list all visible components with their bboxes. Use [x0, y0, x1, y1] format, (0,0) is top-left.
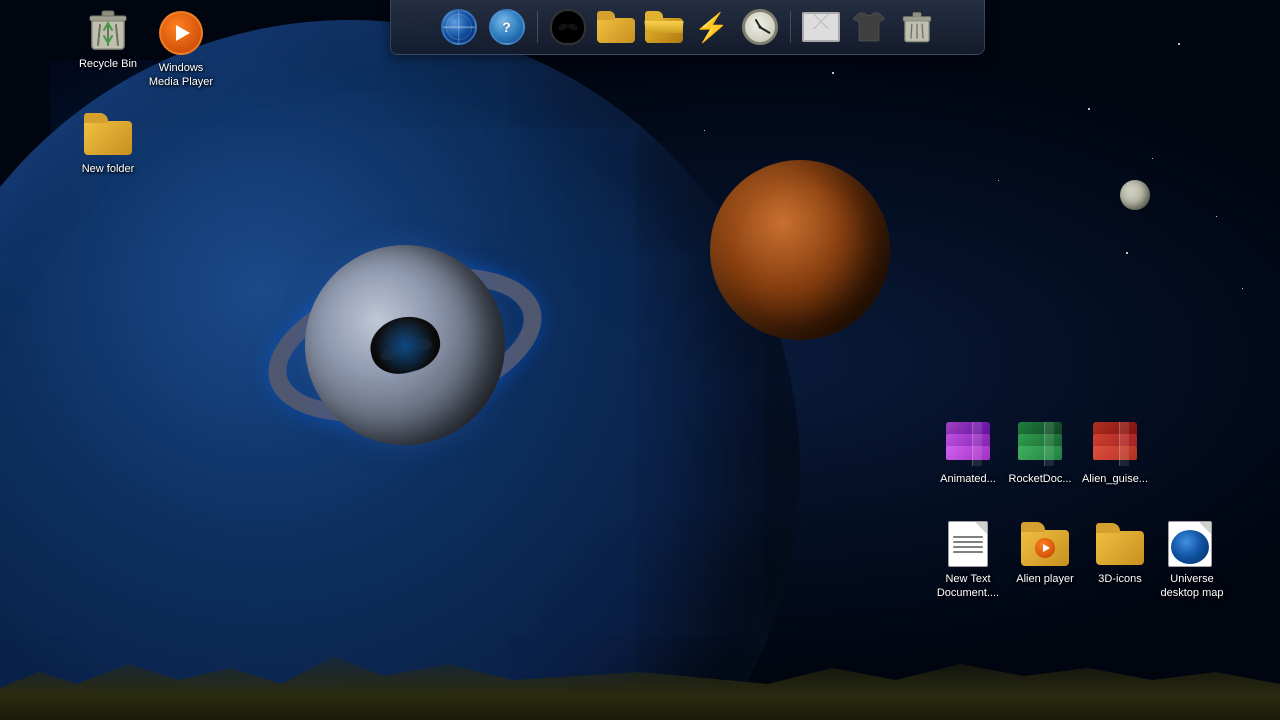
star-icon-img: ⚡ [694, 11, 729, 44]
new-folder-label: New folder [82, 162, 135, 176]
animated-image [944, 420, 992, 468]
rocket-doc-image [1016, 420, 1064, 468]
alien-guise-icon[interactable]: Alien_guise... [1075, 420, 1155, 486]
taskbar-clock[interactable] [739, 6, 781, 48]
new-text-doc-image [944, 520, 992, 568]
taskbar-mail[interactable] [800, 6, 842, 48]
recycle-bin-image [84, 5, 132, 53]
text-doc-lines [953, 536, 983, 556]
taskbar-divider-1 [537, 11, 538, 43]
new-folder-image [84, 110, 132, 158]
recycle-bin-icon[interactable]: Recycle Bin [68, 5, 148, 71]
desktop: Recycle Bin Windows Media Player New fol… [0, 0, 1280, 720]
taskbar-divider-2 [790, 11, 791, 43]
animated-icon[interactable]: Animated... [928, 420, 1008, 486]
3d-icons-image [1096, 520, 1144, 568]
wmp-label: Windows Media Player [143, 61, 219, 90]
windows-media-player-icon[interactable]: Windows Media Player [141, 9, 221, 90]
universe-map-label: Universe desktop map [1154, 572, 1230, 601]
taskbar-alien[interactable] [547, 6, 589, 48]
rocket-doc-label: RocketDoc... [1009, 472, 1072, 486]
3d-icons-label: 3D-icons [1098, 572, 1141, 586]
universe-map-image [1168, 520, 1216, 568]
taskbar-trash[interactable] [896, 6, 938, 48]
alien-player-image [1021, 520, 1069, 568]
alien-guise-label: Alien_guise... [1082, 472, 1148, 486]
universe-map-icon[interactable]: Universe desktop map [1152, 520, 1232, 601]
new-text-doc-icon[interactable]: New Text Document.... [928, 520, 1008, 601]
new-text-doc-label: New Text Document.... [930, 572, 1006, 601]
alien-guise-image [1091, 420, 1139, 468]
alien-player-icon[interactable]: Alien player [1005, 520, 1085, 586]
text-doc-visual [948, 521, 988, 567]
rocket-doc-icon[interactable]: RocketDoc... [1000, 420, 1080, 486]
taskbar-folder-open[interactable] [643, 6, 685, 48]
wmp-icon-circle [159, 11, 203, 55]
clock-icon-img [742, 9, 778, 45]
recycle-bin-label: Recycle Bin [79, 57, 137, 71]
alien-player-label: Alien player [1016, 572, 1073, 586]
wmp-image [157, 9, 205, 57]
3d-icons-icon[interactable]: 3D-icons [1080, 520, 1160, 586]
taskbar-star[interactable]: ⚡ [691, 6, 733, 48]
new-folder-icon[interactable]: New folder [68, 110, 148, 176]
taskbar: ? ⚡ [390, 0, 985, 55]
taskbar-tshirt[interactable] [848, 6, 890, 48]
taskbar-folder[interactable] [595, 6, 637, 48]
taskbar-globe[interactable] [438, 6, 480, 48]
wmp-play-button [176, 25, 190, 41]
animated-label: Animated... [940, 472, 996, 486]
taskbar-network[interactable]: ? [486, 6, 528, 48]
